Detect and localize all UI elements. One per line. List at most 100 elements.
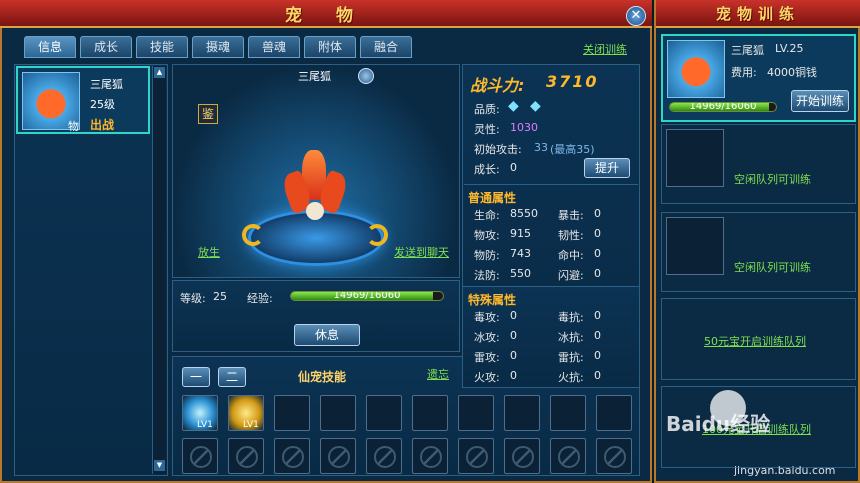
tab-growth[interactable]: 成长: [80, 36, 132, 58]
appraise-button[interactable]: 鉴: [198, 104, 218, 124]
spirit-value: 1030: [510, 121, 538, 134]
attr-label: 毒攻:: [474, 311, 500, 324]
initial-attack-value: 33: [534, 141, 548, 154]
skill-slot-locked[interactable]: [504, 438, 540, 474]
pet-level: 25级: [90, 98, 115, 111]
skill-slot-empty[interactable]: [458, 395, 494, 431]
training-pet-avatar: [667, 40, 725, 98]
pet-window-titlebar: 宠 物: [0, 0, 652, 28]
unlock-queue-50-link[interactable]: 50元宝开启训练队列: [704, 333, 806, 349]
watermark-url: jingyan.baidu.com: [734, 464, 836, 477]
pet-exp-bar: 14969/16060: [290, 291, 444, 301]
skill-page-1-button[interactable]: 一: [182, 367, 210, 387]
attr-label: 雷抗:: [558, 351, 584, 364]
attr-label: 火抗:: [558, 371, 584, 384]
attr-value: 0: [510, 329, 517, 342]
attr-label: 物防:: [474, 249, 500, 262]
pet-list-item[interactable]: 物 三尾狐 25级 出战: [16, 66, 150, 134]
skill-slot-locked[interactable]: [320, 438, 356, 474]
tab-skills[interactable]: 技能: [136, 36, 188, 58]
forget-skill-link[interactable]: 遗忘: [427, 366, 449, 382]
attr-label: 物攻:: [474, 229, 500, 242]
attr-value: 0: [594, 349, 601, 362]
training-slot-active[interactable]: 三尾狐 LV.25 费用: 4000铜钱 14969/16060 开始训练: [661, 34, 856, 122]
skill-slot-empty[interactable]: [596, 395, 632, 431]
attr-value: 0: [510, 349, 517, 362]
skill-slot-locked[interactable]: [228, 438, 264, 474]
pet-exp-text: 14969/16060: [333, 291, 401, 301]
attr-label: 暴击:: [558, 209, 584, 222]
tab-beast-soul[interactable]: 兽魂: [248, 36, 300, 58]
quality-label: 品质:: [474, 103, 500, 116]
growth-value: 0: [510, 161, 517, 174]
skill-page-2-button[interactable]: 二: [218, 367, 246, 387]
attr-value: 0: [594, 309, 601, 322]
combat-power-value: 3710: [546, 72, 599, 91]
skill-slot-empty[interactable]: [366, 395, 402, 431]
rest-button[interactable]: 休息: [294, 324, 360, 346]
close-training-link[interactable]: 关闭训练: [583, 41, 627, 57]
skill-slot-empty[interactable]: [320, 395, 356, 431]
rotate-right-icon[interactable]: [366, 224, 388, 246]
release-link[interactable]: 放生: [198, 244, 220, 260]
skill-slot-empty[interactable]: [504, 395, 540, 431]
rotate-left-icon[interactable]: [242, 224, 264, 246]
tab-info[interactable]: 信息: [24, 36, 76, 58]
skill-slot-locked[interactable]: [412, 438, 448, 474]
skill-slot-locked[interactable]: [182, 438, 218, 474]
send-to-chat-link[interactable]: 发送到聊天: [394, 244, 449, 260]
attr-label: 闪避:: [558, 269, 584, 282]
close-icon[interactable]: ✕: [626, 6, 646, 26]
attr-value: 0: [510, 309, 517, 322]
training-cost-value: 4000铜钱: [767, 66, 817, 79]
skill-slot-empty[interactable]: [274, 395, 310, 431]
empty-pet-slot: [666, 129, 724, 187]
skill-slot-empty[interactable]: [550, 395, 586, 431]
level-label: 等级:: [180, 292, 206, 305]
training-slot-locked: 50元宝开启训练队列: [661, 298, 856, 380]
skill-slot-locked[interactable]: [458, 438, 494, 474]
training-slot-idle[interactable]: 空闲队列可训练: [661, 124, 856, 204]
skills-title: 仙宠技能: [298, 370, 347, 384]
special-attrs-title: 特殊属性: [468, 293, 517, 307]
tab-possess[interactable]: 附体: [304, 36, 356, 58]
attr-value: 0: [594, 369, 601, 382]
empty-pet-slot: [666, 217, 724, 275]
skill-slot-locked[interactable]: [274, 438, 310, 474]
attr-label: 雷攻:: [474, 351, 500, 364]
tab-merge[interactable]: 融合: [360, 36, 412, 58]
scroll-up-icon[interactable]: ▲: [154, 67, 165, 78]
idle-queue-text: 空闲队列可训练: [734, 173, 811, 186]
upgrade-button[interactable]: 提升: [584, 158, 630, 178]
attr-value: 0: [594, 247, 601, 260]
attr-label: 毒抗:: [558, 311, 584, 324]
skill-slot-empty[interactable]: [412, 395, 448, 431]
pet-model: [279, 150, 351, 230]
attr-value: 743: [510, 247, 531, 260]
skill-slot-locked[interactable]: [596, 438, 632, 474]
skill-slot-locked[interactable]: [366, 438, 402, 474]
pet-name: 三尾狐: [90, 78, 123, 91]
attr-value: 0: [594, 207, 601, 220]
diamond-icon: ◆: [530, 98, 541, 114]
attr-label: 命中:: [558, 249, 584, 262]
skill-slot[interactable]: LV1: [182, 395, 218, 431]
training-exp-text: 14969/16060: [689, 102, 757, 112]
skill-level: LV1: [243, 420, 259, 430]
training-slot-idle[interactable]: 空闲队列可训练: [661, 212, 856, 292]
skill-slot[interactable]: LV1: [228, 395, 264, 431]
watermark: Baidu经验 jingyan.baidu.com: [660, 386, 860, 483]
training-window-titlebar: 宠物训练: [656, 0, 860, 28]
skill-slot-locked[interactable]: [550, 438, 586, 474]
rename-icon[interactable]: [358, 68, 374, 84]
tab-soul-capture[interactable]: 摄魂: [192, 36, 244, 58]
pet-window-title: 宠 物: [285, 5, 367, 26]
spirit-label: 灵性:: [474, 123, 500, 136]
combat-power-label: 战斗力:: [470, 76, 525, 95]
start-training-button[interactable]: 开始训练: [791, 90, 849, 112]
attrs-divider: [464, 184, 638, 185]
pet-list-scrollbar[interactable]: ▲ ▼: [152, 66, 166, 474]
scroll-down-icon[interactable]: ▼: [154, 460, 165, 471]
level-value: 25: [213, 290, 227, 303]
attr-label: 法防:: [474, 269, 500, 282]
